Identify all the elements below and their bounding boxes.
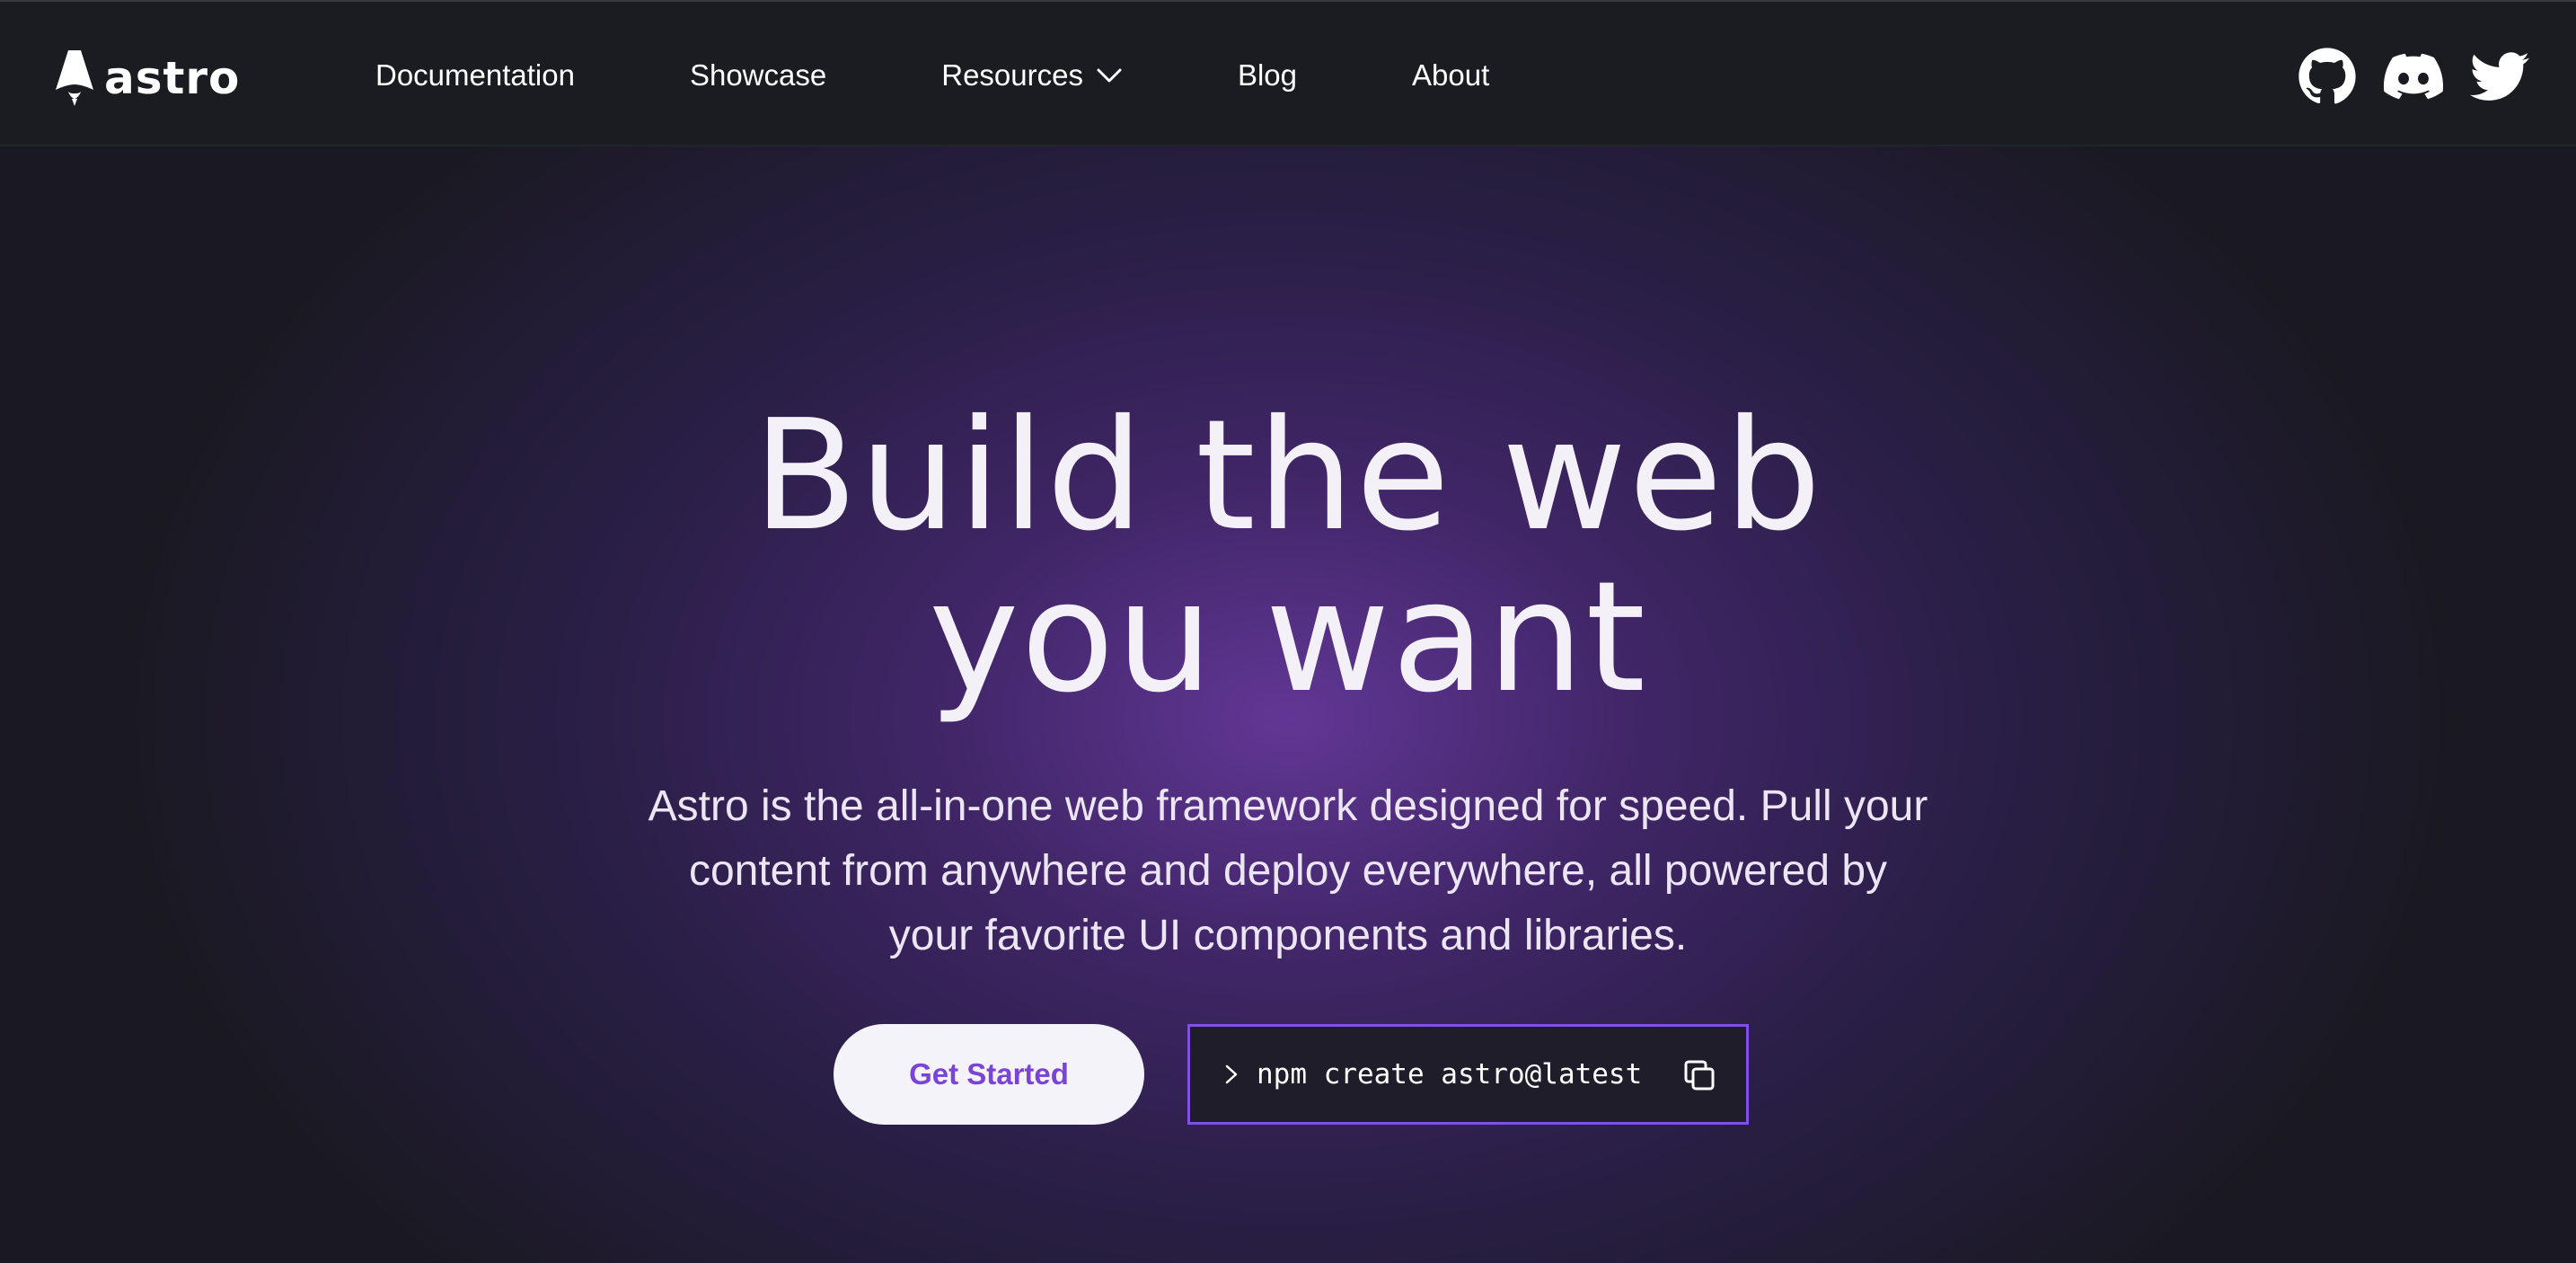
nav-links: Documentation Showcase Resources Blog Ab… xyxy=(375,2,1489,148)
copy-icon[interactable] xyxy=(1681,1057,1717,1093)
nav-about-label: About xyxy=(1412,57,1490,92)
nav-documentation[interactable]: Documentation xyxy=(375,58,575,93)
hero-subtitle: Astro is the all-in-one web framework de… xyxy=(648,782,1928,959)
install-command-text: npm create astro@latest xyxy=(1257,1058,1643,1091)
nav-resources[interactable]: Resources xyxy=(941,58,1123,93)
install-command[interactable]: npm create astro@latest xyxy=(1187,1024,1749,1125)
nav-documentation-label: Documentation xyxy=(375,57,575,92)
page: astro Documentation Showcase Resources B… xyxy=(0,0,2576,1263)
nav-showcase[interactable]: Showcase xyxy=(690,58,826,93)
astro-logo[interactable]: astro xyxy=(54,49,240,108)
hero-title-line-1: Build the web xyxy=(753,387,1823,565)
nav-blog-label: Blog xyxy=(1237,57,1298,92)
astro-rocket-icon xyxy=(56,50,93,106)
hero-title: Build the web you want xyxy=(0,395,2576,719)
twitter-icon[interactable] xyxy=(2470,47,2529,106)
github-icon[interactable] xyxy=(2298,47,2357,106)
nav-about[interactable]: About xyxy=(1412,58,1489,93)
hero-title-line-2: you want xyxy=(928,549,1647,727)
nav-resources-label: Resources xyxy=(941,57,1083,92)
discord-icon[interactable] xyxy=(2384,47,2443,106)
chevron-right-icon xyxy=(1225,1064,1238,1084)
social-links xyxy=(2298,47,2529,106)
nav-showcase-label: Showcase xyxy=(689,57,827,92)
get-started-button[interactable]: Get Started xyxy=(834,1024,1144,1125)
chevron-down-icon xyxy=(1097,68,1122,82)
top-nav: astro Documentation Showcase Resources B… xyxy=(0,0,2576,146)
nav-blog[interactable]: Blog xyxy=(1238,58,1297,93)
logo-text: astro xyxy=(104,52,241,104)
